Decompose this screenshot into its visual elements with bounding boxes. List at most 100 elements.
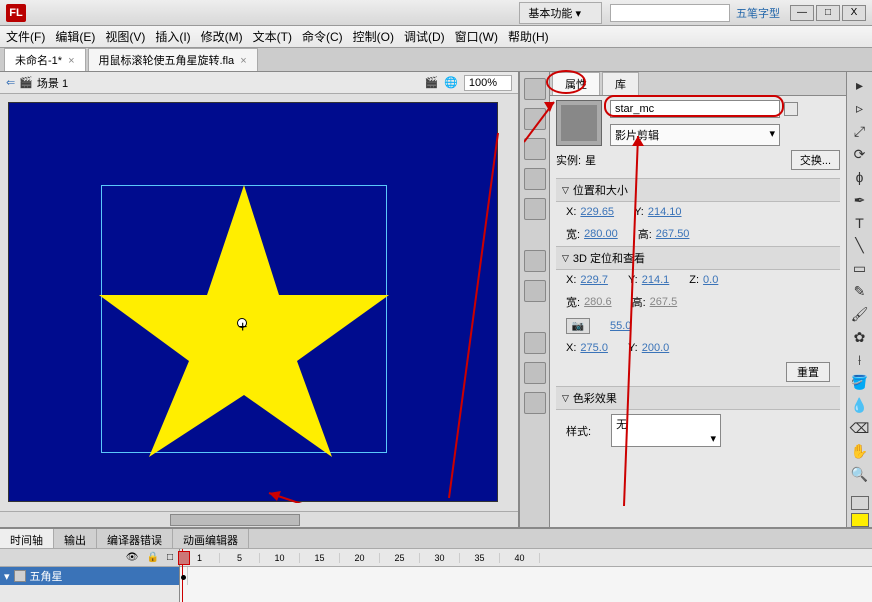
vanishing-y-value[interactable]: 200.0	[642, 342, 670, 354]
outline-column-icon[interactable]: □	[167, 552, 173, 563]
ruler-tick: 30	[420, 553, 460, 563]
eraser-tool[interactable]: ⌫	[850, 419, 870, 439]
section-color-effect[interactable]: 色彩效果	[556, 386, 840, 410]
perspective-value[interactable]: 55.0	[610, 318, 631, 334]
z3d-value[interactable]: 0.0	[703, 274, 718, 286]
document-tab[interactable]: 未命名-1*×	[4, 48, 86, 71]
registration-point: +	[237, 318, 247, 328]
lasso-tool[interactable]: ɸ	[850, 167, 870, 187]
3d-rotation-tool[interactable]: ⟳	[850, 145, 870, 165]
timeline-tab[interactable]: 动画编辑器	[173, 529, 249, 548]
dock-swatches-icon[interactable]	[524, 108, 546, 130]
bone-tool[interactable]: ⟊	[850, 350, 870, 370]
x-value[interactable]: 229.65	[580, 206, 614, 218]
rectangle-tool[interactable]: ▭	[850, 259, 870, 279]
menu-item[interactable]: 帮助(H)	[508, 28, 549, 45]
scene-name: 场景 1	[37, 75, 68, 91]
ruler-tick: 40	[500, 553, 540, 563]
stage-horizontal-scrollbar[interactable]	[0, 511, 518, 527]
tab-library[interactable]: 库	[602, 72, 639, 95]
free-transform-tool[interactable]: ⤢	[850, 122, 870, 142]
menu-item[interactable]: 视图(V)	[105, 28, 145, 45]
pen-tool[interactable]: ✒	[850, 190, 870, 210]
timeline-tab[interactable]: 时间轴	[0, 529, 54, 548]
ruler-tick: 10	[260, 553, 300, 563]
vanishing-x-value[interactable]: 275.0	[580, 342, 608, 354]
text-tool[interactable]: T	[850, 213, 870, 233]
document-tab[interactable]: 用鼠标滚轮使五角星旋转.fla×	[88, 48, 258, 71]
close-tab-icon[interactable]: ×	[240, 55, 246, 67]
menu-item[interactable]: 文件(F)	[6, 28, 45, 45]
menu-item[interactable]: 命令(C)	[302, 28, 343, 45]
search-input[interactable]	[610, 4, 730, 22]
tab-properties[interactable]: 属性	[552, 72, 600, 95]
height-value[interactable]: 267.50	[656, 228, 690, 240]
menu-item[interactable]: 插入(I)	[155, 28, 190, 45]
dock-info-icon[interactable]	[524, 168, 546, 190]
instance-label: 实例:	[556, 152, 581, 168]
fill-color-swatch[interactable]	[851, 513, 869, 527]
eyedropper-tool[interactable]: 💧	[850, 396, 870, 416]
stage[interactable]: +	[8, 102, 498, 502]
scene-back-button[interactable]: ⇐	[6, 76, 15, 89]
instance-info-icon[interactable]	[784, 102, 798, 116]
dock-color-icon[interactable]	[524, 78, 546, 100]
pencil-tool[interactable]: ✎	[850, 282, 870, 302]
layer-icon	[14, 570, 26, 582]
close-tab-icon[interactable]: ×	[68, 55, 74, 67]
menu-item[interactable]: 窗口(W)	[455, 28, 498, 45]
dock-history-icon[interactable]	[524, 392, 546, 414]
edit-symbols-icon[interactable]: 🌐	[444, 76, 458, 89]
zoom-tool[interactable]: 🔍	[850, 464, 870, 484]
dock-behaviors-icon[interactable]	[524, 362, 546, 384]
edit-scene-icon[interactable]: 🎬	[424, 76, 438, 89]
app-logo: FL	[6, 4, 26, 22]
maximize-button[interactable]: □	[816, 5, 840, 21]
menu-item[interactable]: 文本(T)	[253, 28, 292, 45]
zoom-dropdown[interactable]: 100%	[464, 75, 512, 91]
dock-library-icon[interactable]	[524, 250, 546, 272]
brush-tool[interactable]: 🖌	[850, 304, 870, 324]
stroke-color-swatch[interactable]	[851, 496, 869, 510]
close-button[interactable]: X	[842, 5, 866, 21]
dock-components-icon[interactable]	[524, 280, 546, 302]
selection-tool[interactable]: ▸	[850, 76, 870, 96]
deco-tool[interactable]: ✿	[850, 327, 870, 347]
workspace-dropdown[interactable]: 基本功能 ▾	[519, 2, 602, 24]
menu-item[interactable]: 控制(O)	[353, 28, 394, 45]
frame-row[interactable]	[180, 567, 872, 585]
width3d-value: 280.6	[584, 296, 612, 308]
width-value[interactable]: 280.00	[584, 228, 618, 240]
instance-thumbnail[interactable]	[556, 100, 602, 146]
layer-name[interactable]: 五角星	[30, 568, 63, 584]
lock-column-icon[interactable]: 🔒	[147, 552, 159, 563]
hand-tool[interactable]: ✋	[850, 442, 870, 462]
height3d-value: 267.5	[650, 296, 678, 308]
ruler-tick: 15	[300, 553, 340, 563]
dock-align-icon[interactable]	[524, 138, 546, 160]
layer-row[interactable]: ▾ 五角星	[0, 567, 179, 585]
y-value[interactable]: 214.10	[648, 206, 682, 218]
section-position-size[interactable]: 位置和大小	[556, 178, 840, 202]
section-3d[interactable]: 3D 定位和查看	[556, 246, 840, 270]
ruler-tick: 20	[340, 553, 380, 563]
swap-button[interactable]: 交换...	[791, 150, 840, 170]
timeline-tab[interactable]: 编译器错误	[97, 529, 173, 548]
dock-actions-icon[interactable]	[524, 332, 546, 354]
paint-bucket-tool[interactable]: 🪣	[850, 373, 870, 393]
menu-item[interactable]: 调试(D)	[404, 28, 445, 45]
color-style-dropdown[interactable]: 无▾	[611, 414, 721, 447]
y3d-value[interactable]: 214.1	[642, 274, 670, 286]
menu-item[interactable]: 修改(M)	[201, 28, 243, 45]
instance-name-input[interactable]	[610, 100, 780, 118]
visibility-column-icon[interactable]: 👁	[126, 552, 139, 563]
timeline-tab[interactable]: 输出	[54, 529, 97, 548]
line-tool[interactable]: ╲	[850, 236, 870, 256]
minimize-button[interactable]: —	[790, 5, 814, 21]
subselection-tool[interactable]: ▹	[850, 99, 870, 119]
x3d-value[interactable]: 229.7	[580, 274, 608, 286]
dock-transform-icon[interactable]	[524, 198, 546, 220]
menu-item[interactable]: 编辑(E)	[55, 28, 95, 45]
reset-button[interactable]: 重置	[786, 362, 830, 382]
symbol-type-dropdown[interactable]: 影片剪辑▾	[610, 124, 780, 146]
